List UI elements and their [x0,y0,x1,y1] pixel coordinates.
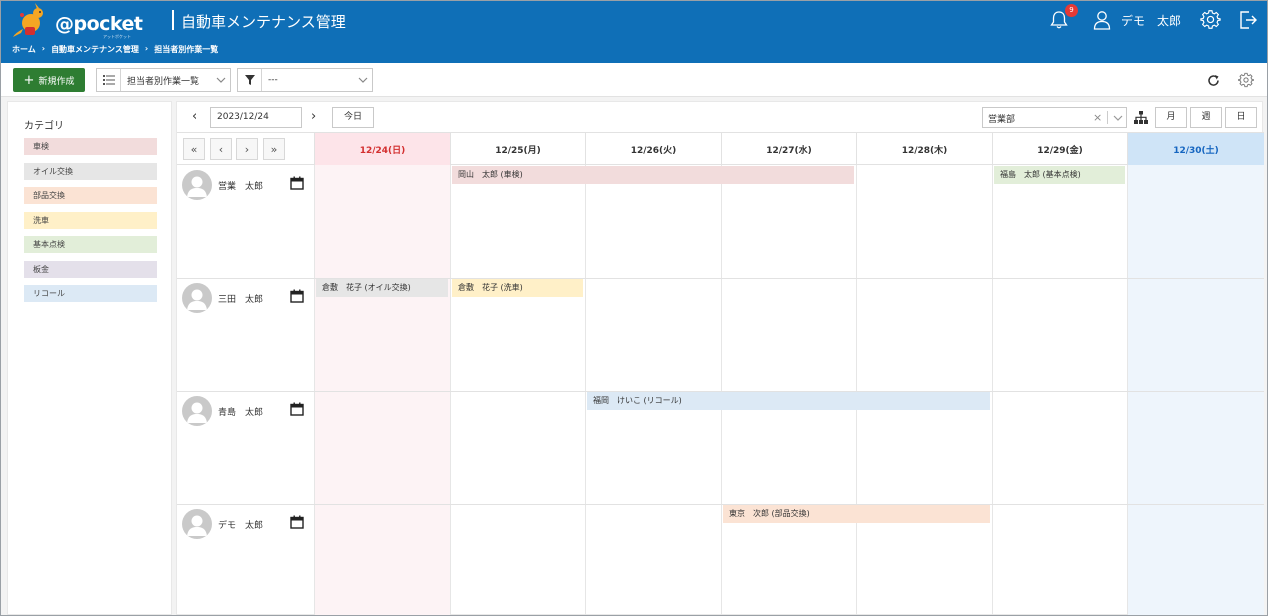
chevron-right-icon[interactable]: › [236,138,258,160]
select-divider [1107,111,1108,124]
plus-icon: + [23,72,35,88]
day-header: 12/24(日) [314,133,450,165]
today-button[interactable]: 今日 [332,107,374,128]
staff-row-header: デモ 太郎 [182,509,314,539]
chevron-down-icon [212,77,230,83]
schedule-event[interactable]: 福島 太郎 (基本点検) [994,166,1125,184]
day-header: 12/28(木) [856,133,992,165]
view-select[interactable]: 担当者別作業一覧 [96,68,231,92]
avatar [182,509,212,539]
row-divider [177,504,1264,505]
org-chart-icon [1134,111,1148,124]
day-header: 12/25(月) [450,133,585,165]
logo-subtext: アットポケット [103,34,131,39]
category-sidebar: カテゴリ 車検オイル交換部品交換洗車基本点検板金リコール [7,101,172,615]
department-select-value: 営業部 [988,115,1016,125]
user-icon[interactable] [1093,10,1111,30]
app-header: @pocket アットポケット 自動車メンテナンス管理 ホーム › 自動車メンテ… [1,1,1267,63]
toolbar: + 新規作成 担当者別作業一覧 --- [1,63,1267,97]
view-day-button[interactable]: 日 [1225,107,1257,128]
double-chevron-right-icon[interactable]: » [263,138,285,160]
staff-name: デモ 太郎 [218,521,264,531]
breadcrumb-app[interactable]: 自動車メンテナンス管理 [51,44,139,55]
notification-badge: 9 [1065,4,1078,17]
next-date-icon[interactable]: › [311,110,316,123]
calendar-icon[interactable] [290,289,304,303]
app-title: 自動車メンテナンス管理 [181,13,346,31]
avatar [182,170,212,200]
category-item[interactable]: 基本点検 [24,236,157,253]
category-item[interactable]: 部品交換 [24,187,157,204]
app-window: @pocket アットポケット 自動車メンテナンス管理 ホーム › 自動車メンテ… [0,0,1268,616]
schedule-event[interactable]: 倉敷 花子 (洗車) [452,279,583,297]
day-header: 12/26(火) [585,133,721,165]
calendar-icon[interactable] [290,402,304,416]
new-create-label: 新規作成 [38,76,75,87]
chevron-down-icon [354,77,372,83]
category-item[interactable]: 車検 [24,138,157,155]
department-select[interactable]: 営業部 × [982,107,1127,128]
settings-gear-icon[interactable] [1238,72,1254,88]
org-chart-button[interactable] [1131,107,1151,128]
schedule-event[interactable]: 福岡 けいこ (リコール) [587,392,990,410]
filter-select[interactable]: --- [237,68,373,92]
new-create-button[interactable]: + 新規作成 [13,68,85,92]
filter-icon [238,69,262,91]
kangaroo-logo-icon [13,3,43,37]
day-header: 12/30(土) [1127,133,1264,165]
category-item[interactable]: リコール [24,285,157,302]
category-title: カテゴリ [24,121,64,132]
staff-row-header: 青島 太郎 [182,396,314,426]
calendar-panel: ‹ 2023/12/24 › 今日 営業部 × 月 週 日 « ‹ › » 12… [176,101,1264,615]
category-item[interactable]: オイル交換 [24,162,157,180]
view-week-button[interactable]: 週 [1190,107,1222,128]
prev-date-icon[interactable]: ‹ [192,110,197,123]
avatar [182,396,212,426]
chevron-left-icon[interactable]: ‹ [210,138,232,160]
list-icon [97,69,121,91]
staff-row-header: 三田 太郎 [182,283,314,313]
refresh-icon[interactable] [1207,74,1220,87]
schedule-event[interactable]: 東京 次郎 (部品交換) [723,505,990,523]
calendar-grid-header: « ‹ › » 12/24(日) 12/25(月) 12/26(火) 12/27(水)… [177,132,1264,165]
gear-icon[interactable] [1200,9,1221,30]
clear-icon[interactable]: × [1093,111,1102,124]
chevron-down-icon [1113,115,1123,121]
category-item[interactable]: 板金 [24,260,157,278]
view-month-button[interactable]: 月 [1155,107,1187,128]
calendar-icon[interactable] [290,515,304,529]
calendar-icon[interactable] [290,176,304,190]
user-name[interactable]: デモ 太郎 [1121,12,1181,29]
filter-select-value: --- [268,75,278,85]
double-chevron-left-icon[interactable]: « [183,138,205,160]
avatar [182,283,212,313]
schedule-event[interactable]: 倉敷 花子 (オイル交換) [316,279,448,297]
category-item[interactable]: 洗車 [24,211,157,229]
staff-name: 営業 太郎 [218,182,264,192]
logout-icon[interactable] [1238,10,1258,30]
schedule-event[interactable]: 岡山 太郎 (車検) [452,166,854,184]
logo-text: @pocket [55,13,143,35]
breadcrumb-separator-icon: › [41,44,46,53]
staff-name: 青島 太郎 [218,408,264,418]
day-header: 12/29(金) [992,133,1127,165]
date-input[interactable]: 2023/12/24 [210,107,302,128]
staff-row-header: 営業 太郎 [182,170,314,200]
breadcrumb-separator-icon: › [144,44,149,53]
breadcrumb-home[interactable]: ホーム [12,44,36,55]
title-divider [172,10,174,30]
day-header: 12/27(水) [721,133,856,165]
view-select-value: 担当者別作業一覧 [127,76,200,87]
app-logo[interactable]: @pocket アットポケット [11,3,143,39]
breadcrumb: ホーム › 自動車メンテナンス管理 › 担当者別作業一覧 [12,44,218,55]
staff-name: 三田 太郎 [218,295,264,305]
breadcrumb-current: 担当者別作業一覧 [154,45,219,54]
